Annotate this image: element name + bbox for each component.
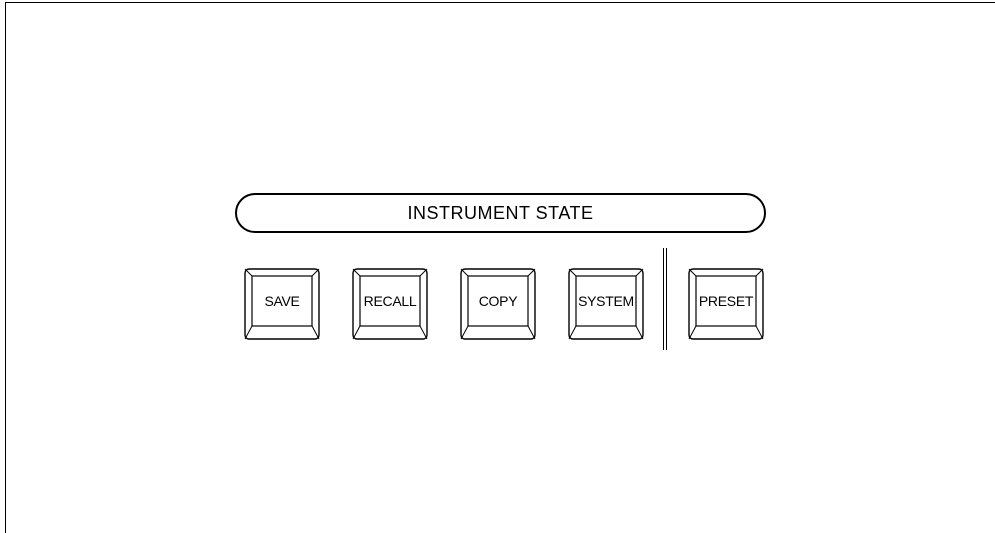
page-edge-top — [5, 2, 995, 3]
system-key[interactable]: SYSTEM — [568, 268, 644, 340]
system-key-label: SYSTEM — [578, 293, 634, 309]
group-title: INSTRUMENT STATE — [407, 202, 594, 223]
preset-key-label: PRESET — [698, 293, 754, 309]
save-key[interactable]: SAVE — [244, 268, 320, 340]
copy-key-label: COPY — [478, 293, 518, 309]
page-edge-left — [5, 2, 6, 533]
recall-key[interactable]: RECALL — [352, 268, 428, 340]
instrument-state-group-label: INSTRUMENT STATE — [235, 193, 766, 233]
key-group-divider — [663, 248, 667, 350]
copy-key[interactable]: COPY — [460, 268, 536, 340]
recall-key-label: RECALL — [363, 293, 417, 309]
preset-key[interactable]: PRESET — [688, 268, 764, 340]
save-key-label: SAVE — [264, 293, 300, 309]
